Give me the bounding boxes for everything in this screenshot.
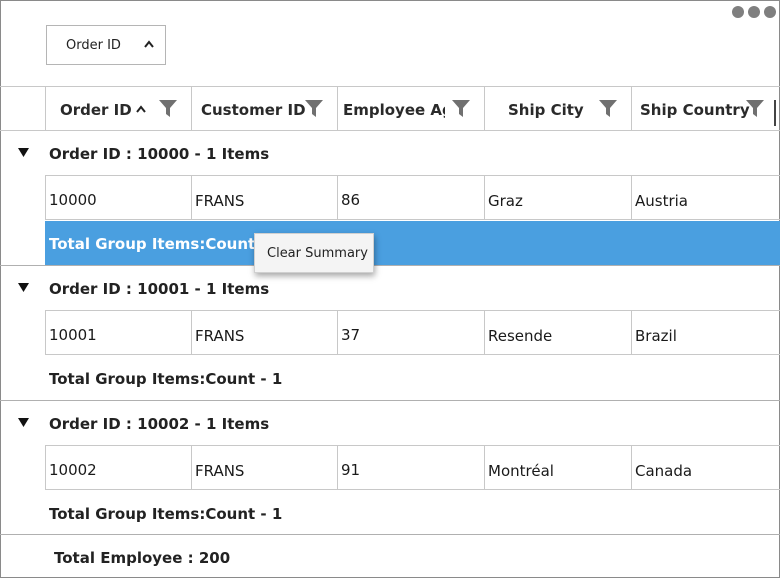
group-summary-row[interactable]: Total Group Items:Count - 1: [45, 221, 780, 266]
group-caption-text: Order ID : 10001 - 1 Items: [49, 280, 270, 298]
more-options-icon[interactable]: [732, 6, 776, 18]
group-caption-text: Order ID : 10000 - 1 Items: [49, 145, 270, 163]
header-label: Ship Country: [640, 101, 750, 119]
cell-ship-city[interactable]: Graz: [484, 176, 631, 220]
header-ship-country[interactable]: Ship Country: [631, 87, 780, 131]
chevron-up-icon[interactable]: [143, 38, 155, 50]
cell-employee-age[interactable]: 37: [337, 311, 484, 355]
group-caption-text: Order ID : 10002 - 1 Items: [49, 415, 270, 433]
collapse-triangle-icon[interactable]: [17, 147, 30, 158]
cell-customer-id[interactable]: FRANS: [191, 311, 337, 355]
group-caption-row[interactable]: Order ID : 10002 - 1 Items: [0, 401, 780, 446]
group-caption-row[interactable]: Order ID : 10000 - 1 Items: [0, 131, 780, 176]
cell-order-id[interactable]: 10001: [45, 311, 191, 355]
group-caption-row[interactable]: Order ID : 10001 - 1 Items: [0, 266, 780, 311]
group-summary-text: Total Group Items:Count - 1: [49, 505, 283, 523]
cell-ship-city[interactable]: Resende: [484, 311, 631, 355]
filter-icon[interactable]: [598, 98, 618, 118]
cell-employee-age[interactable]: 86: [337, 176, 484, 220]
vertical-scrollbar[interactable]: [774, 100, 776, 126]
header-label: Customer ID: [201, 101, 306, 119]
header-label: Employee Age: [343, 101, 445, 119]
sort-ascending-icon: [136, 105, 146, 113]
filter-icon[interactable]: [158, 98, 178, 118]
context-menu-item-clear-summary[interactable]: Clear Summary: [267, 246, 368, 261]
indent-divider: [45, 86, 46, 131]
group-summary-row[interactable]: Total Group Items:Count - 1: [45, 356, 780, 401]
cell-order-id[interactable]: 10002: [45, 446, 191, 490]
cell-employee-age[interactable]: 91: [337, 446, 484, 490]
header-label: Order ID: [60, 101, 132, 119]
context-menu: Clear Summary: [254, 233, 374, 273]
column-header-row: Order ID Customer ID Employee Age Ship C…: [0, 86, 780, 131]
table-summary-row: Total Employee : 200: [0, 534, 780, 578]
collapse-triangle-icon[interactable]: [17, 417, 30, 428]
cell-ship-country[interactable]: Canada: [631, 446, 780, 490]
table-row[interactable]: 10001 FRANS 37 Resende Brazil: [45, 310, 780, 355]
header-label: Ship City: [508, 101, 584, 119]
table-summary-text: Total Employee : 200: [54, 549, 231, 567]
group-chip-label: Order ID: [66, 37, 121, 53]
cell-order-id[interactable]: 10000: [45, 176, 191, 220]
filter-icon[interactable]: [745, 98, 765, 118]
group-summary-text: Total Group Items:Count - 1: [49, 370, 283, 388]
cell-ship-city[interactable]: Montréal: [484, 446, 631, 490]
header-customer-id[interactable]: Customer ID: [191, 87, 338, 131]
cell-customer-id[interactable]: FRANS: [191, 446, 337, 490]
filter-icon[interactable]: [304, 98, 324, 118]
filter-icon[interactable]: [451, 98, 471, 118]
cell-ship-country[interactable]: Brazil: [631, 311, 780, 355]
group-summary-text: Total Group Items:Count - 1: [49, 235, 283, 253]
group-by-chip-order-id[interactable]: Order ID: [46, 25, 166, 65]
cell-ship-country[interactable]: Austria: [631, 176, 780, 220]
cell-customer-id[interactable]: FRANS: [191, 176, 337, 220]
table-row[interactable]: 10000 FRANS 86 Graz Austria: [45, 175, 780, 220]
header-ship-city[interactable]: Ship City: [484, 87, 632, 131]
collapse-triangle-icon[interactable]: [17, 282, 30, 293]
header-order-id[interactable]: Order ID: [45, 87, 192, 131]
table-row[interactable]: 10002 FRANS 91 Montréal Canada: [45, 445, 780, 490]
group-summary-row[interactable]: Total Group Items:Count - 1: [45, 491, 780, 536]
header-employee-age[interactable]: Employee Age: [337, 87, 485, 131]
